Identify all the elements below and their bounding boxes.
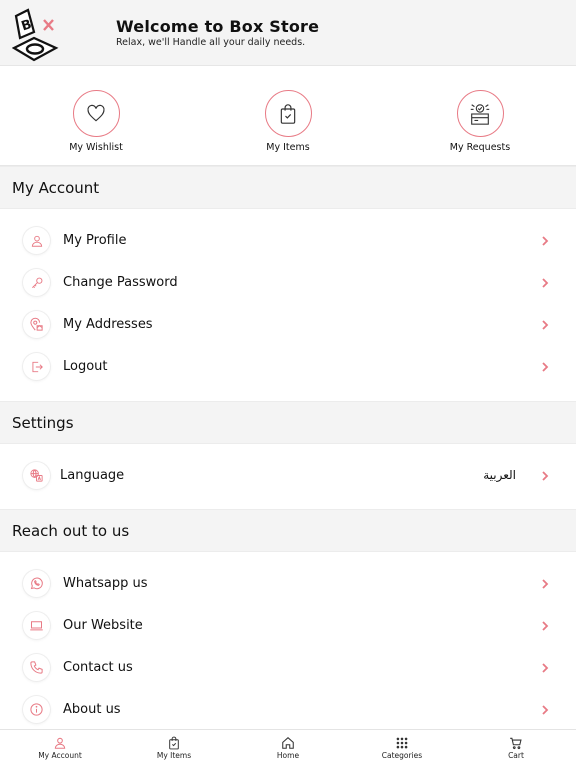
row-logout[interactable]: Logout bbox=[0, 346, 576, 388]
address-pin-icon bbox=[23, 311, 50, 338]
chevron-right-icon bbox=[542, 278, 549, 288]
row-label: My Profile bbox=[63, 233, 127, 248]
row-my-addresses[interactable]: My Addresses bbox=[0, 304, 576, 346]
wishlist-circle bbox=[72, 90, 120, 137]
key-icon bbox=[23, 269, 50, 296]
section-reach-out: Reach out to us bbox=[0, 509, 576, 552]
nav-categories[interactable]: Categories bbox=[357, 736, 447, 760]
nav-my-account[interactable]: My Account bbox=[15, 736, 105, 760]
nav-label: My Items bbox=[156, 751, 192, 760]
chevron-right-icon bbox=[542, 236, 549, 246]
my-items-circle bbox=[264, 90, 312, 137]
cart-icon bbox=[510, 737, 522, 750]
grid-icon bbox=[396, 737, 408, 749]
nav-label: Home bbox=[276, 751, 300, 760]
bottom-nav: My Account My Items Home Categories Cart bbox=[0, 729, 576, 768]
nav-label: Categories bbox=[381, 751, 423, 760]
row-about-us[interactable]: About us bbox=[0, 689, 576, 731]
language-icon bbox=[23, 462, 50, 489]
info-icon bbox=[23, 696, 50, 723]
chevron-right-icon bbox=[542, 471, 549, 481]
section-settings: Settings bbox=[0, 401, 576, 444]
row-label: Change Password bbox=[63, 275, 178, 290]
row-label: My Addresses bbox=[63, 317, 153, 332]
row-contact-us[interactable]: Contact us bbox=[0, 647, 576, 689]
nav-label: My Account bbox=[38, 751, 82, 760]
laptop-icon bbox=[23, 612, 50, 639]
nav-my-items[interactable]: My Items bbox=[129, 736, 219, 760]
account-screen: B Welcome to Box Store Relax, we'll Hand… bbox=[0, 0, 576, 768]
home-icon bbox=[282, 737, 294, 749]
my-items-button[interactable]: My Items bbox=[238, 90, 338, 153]
box-request-icon bbox=[470, 103, 490, 125]
language-value: العربية bbox=[483, 468, 516, 482]
section-title: Settings bbox=[12, 414, 74, 432]
row-my-profile[interactable]: My Profile bbox=[0, 220, 576, 262]
chevron-right-icon bbox=[542, 362, 549, 372]
wishlist-label: My Wishlist bbox=[69, 142, 123, 153]
quick-actions: My Wishlist My Items My Requests bbox=[0, 66, 576, 166]
row-whatsapp[interactable]: Whatsapp us bbox=[0, 563, 576, 605]
row-language[interactable]: Language العربية bbox=[0, 455, 576, 497]
heart-icon bbox=[87, 104, 105, 121]
my-requests-circle bbox=[456, 90, 504, 137]
my-items-label: My Items bbox=[266, 142, 310, 153]
chevron-right-icon bbox=[542, 579, 549, 589]
welcome-subtitle: Relax, we'll Handle all your daily needs… bbox=[116, 37, 306, 48]
logout-icon bbox=[23, 353, 50, 380]
nav-label: Cart bbox=[508, 751, 524, 760]
whatsapp-icon bbox=[23, 570, 50, 597]
nav-home[interactable]: Home bbox=[243, 736, 333, 760]
my-requests-button[interactable]: My Requests bbox=[430, 90, 530, 153]
section-title: Reach out to us bbox=[12, 522, 130, 540]
wishlist-button[interactable]: My Wishlist bbox=[46, 90, 146, 153]
chevron-right-icon bbox=[542, 621, 549, 631]
chevron-right-icon bbox=[542, 320, 549, 330]
shopping-bag-check-icon bbox=[169, 736, 179, 750]
user-icon bbox=[23, 227, 50, 254]
chevron-right-icon bbox=[542, 663, 549, 673]
welcome-title: Welcome to Box Store bbox=[116, 17, 320, 36]
row-label: Logout bbox=[63, 359, 108, 374]
row-change-password[interactable]: Change Password bbox=[0, 262, 576, 304]
section-title: My Account bbox=[12, 179, 100, 197]
chevron-right-icon bbox=[542, 705, 549, 715]
phone-icon bbox=[23, 654, 50, 681]
row-label: Contact us bbox=[63, 660, 133, 675]
row-label: Our Website bbox=[63, 618, 143, 633]
shopping-bag-check-icon bbox=[280, 103, 296, 124]
box-store-logo: B bbox=[12, 8, 59, 62]
row-label: About us bbox=[63, 702, 121, 717]
nav-cart[interactable]: Cart bbox=[471, 736, 561, 760]
app-header: B Welcome to Box Store Relax, we'll Hand… bbox=[0, 0, 576, 66]
row-our-website[interactable]: Our Website bbox=[0, 605, 576, 647]
section-my-account: My Account bbox=[0, 166, 576, 209]
row-label: Whatsapp us bbox=[63, 576, 148, 591]
user-icon bbox=[54, 737, 66, 749]
my-requests-label: My Requests bbox=[449, 142, 511, 153]
row-label: Language bbox=[60, 468, 125, 483]
